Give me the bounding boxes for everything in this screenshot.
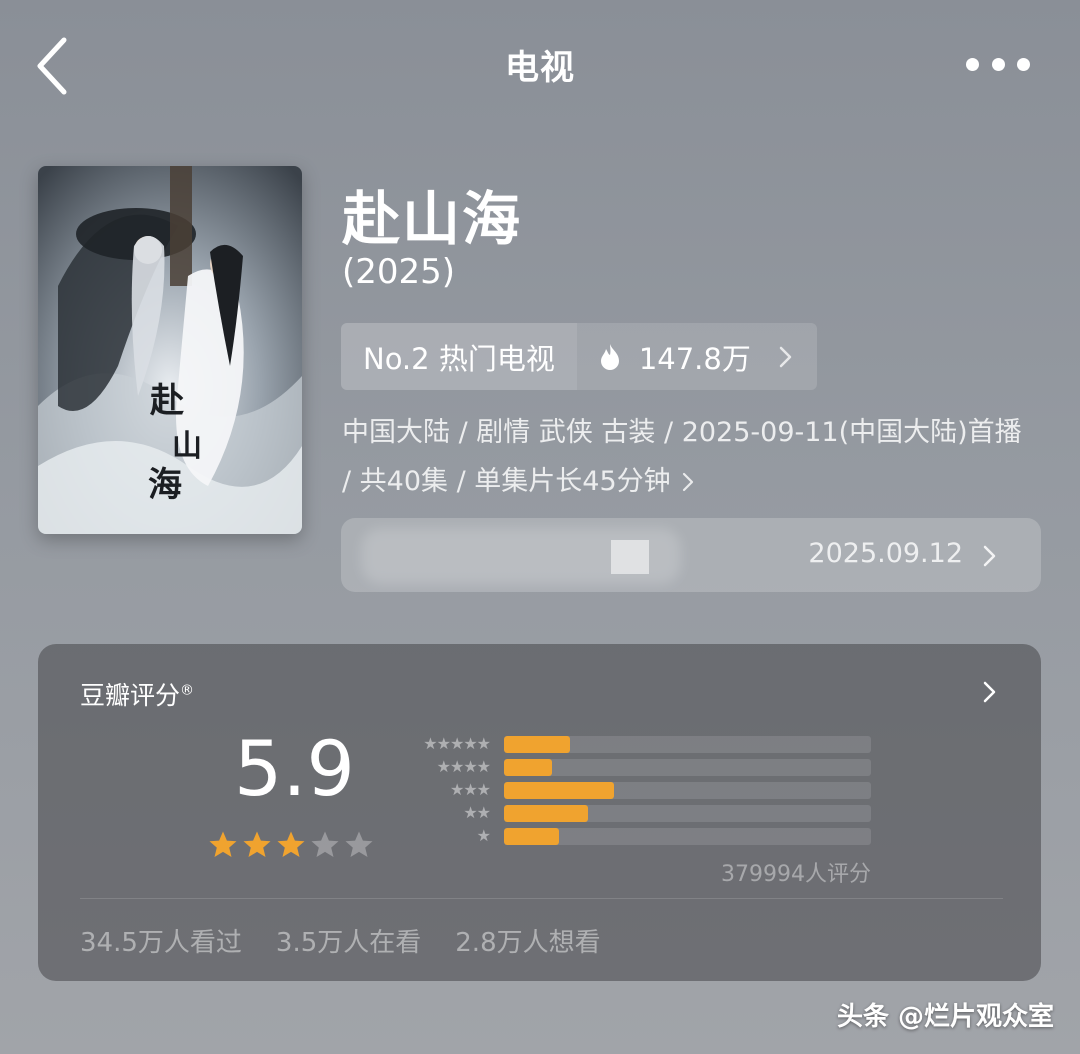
chevron-right-icon [779, 346, 792, 367]
release-date: 2025.09.12 [808, 538, 963, 569]
distribution-bar [504, 828, 560, 845]
want-count[interactable]: 2.8万人想看 [455, 922, 600, 959]
show-meta[interactable]: 中国大陆 / 剧情 武侠 古装 / 2025-09-11(中国大陆)首播 / 共… [342, 408, 1032, 506]
distribution-track [504, 782, 871, 799]
more-dots-icon [966, 57, 979, 71]
distribution-bar [504, 759, 552, 776]
page-title: 电视 [505, 48, 575, 88]
vote-count: 379994人评分 [721, 862, 871, 887]
heat-button[interactable]: 147.8万 [576, 323, 817, 390]
poster-image[interactable]: 赴 山 海 [38, 166, 302, 534]
poster-title-text: 赴 [149, 381, 184, 421]
distribution-star-label: ★★★★ [436, 757, 491, 776]
heat-value: 147.8万 [638, 341, 751, 376]
star-filled-icon [209, 831, 237, 857]
distribution-track [504, 759, 871, 776]
distribution-track [504, 805, 871, 822]
distribution-star-label: ★★★ [449, 780, 491, 799]
svg-text:海: 海 [148, 465, 182, 505]
show-year: (2025) [342, 252, 456, 292]
distribution-track [504, 736, 871, 753]
distribution-bar [504, 736, 571, 753]
rating-title: 豆瓣评分® [80, 681, 195, 710]
release-info-bar[interactable]: 2025.09.12 [341, 518, 1041, 592]
watching-count[interactable]: 3.5万人在看 [276, 922, 421, 959]
distribution-row: ★ [398, 826, 871, 845]
flame-icon [600, 343, 619, 370]
watched-count[interactable]: 34.5万人看过 [80, 922, 242, 959]
star-filled-icon [277, 831, 305, 857]
more-options-button[interactable] [966, 50, 1030, 78]
distribution-row: ★★ [398, 803, 871, 822]
distribution-row: ★★★ [398, 780, 871, 799]
star-empty-icon [311, 831, 339, 857]
audience-stats: 34.5万人看过 3.5万人在看 2.8万人想看 [80, 922, 601, 959]
star-empty-icon [345, 831, 373, 857]
distribution-bar [504, 805, 589, 822]
distribution-track [504, 828, 871, 845]
douban-rating-card[interactable]: 豆瓣评分® 5.9 ★★★★★ ★★★★ ★★★ ★★ ★ 379994人评分 34.5… [38, 644, 1041, 981]
distribution-star-label: ★ [476, 826, 491, 845]
chevron-right-icon [983, 545, 996, 567]
distribution-bar [504, 782, 615, 799]
distribution-row: ★★★★ [398, 757, 871, 776]
rank-box: No.2 热门电视 147.8万 [341, 323, 817, 390]
svg-text:山: 山 [172, 429, 202, 464]
divider [80, 898, 1003, 899]
star-rating [208, 830, 374, 860]
watermark: 头条 @烂片观众室 [836, 1002, 1054, 1032]
rank-label[interactable]: No.2 热门电视 [341, 323, 577, 390]
distribution-star-label: ★★ [463, 803, 491, 822]
distribution-star-label: ★★★★★ [423, 734, 491, 753]
chevron-right-icon[interactable] [981, 680, 997, 704]
top-bar: 电视 [0, 0, 1080, 130]
rating-score: 5.9 [234, 724, 355, 813]
chevron-right-icon [682, 472, 693, 492]
registered-mark: ® [180, 682, 195, 699]
distribution-row: ★★★★★ [398, 734, 871, 753]
star-filled-icon [243, 831, 271, 857]
show-title: 赴山海 [342, 185, 523, 253]
